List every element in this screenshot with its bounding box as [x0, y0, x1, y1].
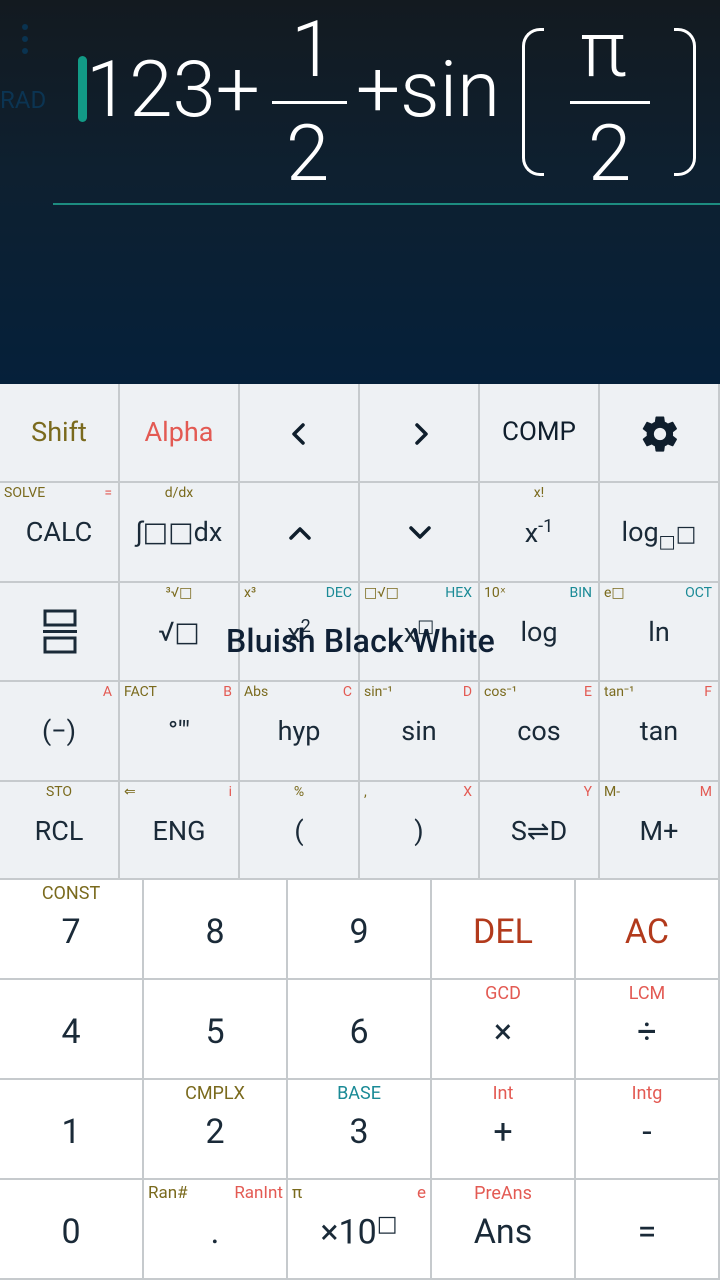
- eng-key[interactable]: ⇐ i ENG: [120, 782, 240, 880]
- open-paren-key[interactable]: %(: [240, 782, 360, 880]
- multiply-key[interactable]: GCD ×: [432, 980, 576, 1080]
- key-3[interactable]: BASE 3: [288, 1080, 432, 1180]
- equals-key[interactable]: =: [576, 1180, 720, 1280]
- sqrt-key[interactable]: ³√□ √□: [120, 583, 240, 682]
- more-menu-icon[interactable]: [18, 24, 32, 64]
- exponent-key[interactable]: π e ×10□: [288, 1180, 432, 1280]
- calculator-app: RAD 123+ 1 2 +sin π 2 Bluish Black White…: [0, 0, 720, 1280]
- cursor-left-key[interactable]: [240, 384, 360, 483]
- all-clear-key[interactable]: AC: [576, 880, 720, 980]
- m-plus-key[interactable]: M- M M+: [600, 782, 720, 880]
- chevron-right-icon: [415, 423, 428, 445]
- right-bracket: [674, 28, 696, 176]
- expr-part-1: 123+: [86, 45, 260, 136]
- rcl-key[interactable]: STO RCL: [0, 782, 120, 880]
- fraction-1-numerator: 1: [291, 5, 335, 96]
- chevron-up-icon: [289, 527, 311, 540]
- ln-key[interactable]: e□ OCT ln: [600, 583, 720, 682]
- hyp-key[interactable]: Abs Chyp: [240, 682, 360, 782]
- fraction-2-denominator: 2: [588, 109, 632, 200]
- negative-key[interactable]: A (−): [0, 682, 120, 782]
- delete-key[interactable]: DEL: [432, 880, 576, 980]
- left-bracket: [522, 28, 544, 176]
- integral-key[interactable]: d/dx ∫□□dx: [120, 483, 240, 583]
- fraction-1-bar: [272, 101, 347, 104]
- key-8[interactable]: 8: [144, 880, 288, 980]
- decimal-key[interactable]: Ran# RanInt.: [144, 1180, 288, 1280]
- display-panel[interactable]: RAD 123+ 1 2 +sin π 2: [0, 0, 720, 384]
- key-1[interactable]: 1: [0, 1080, 144, 1180]
- cursor-up-key[interactable]: [240, 483, 360, 583]
- degree-key[interactable]: FACT B °'": [120, 682, 240, 782]
- fraction-1-denominator: 2: [286, 109, 330, 200]
- input-underline: [53, 203, 720, 205]
- key-9[interactable]: 9: [288, 880, 432, 980]
- theme-toast: Bluish Black White: [226, 622, 495, 660]
- close-paren-key[interactable]: , X): [360, 782, 480, 880]
- log-key[interactable]: 10ˣ BIN log: [480, 583, 600, 682]
- calc-key[interactable]: SOLVE = CALC: [0, 483, 120, 583]
- cursor-down-key[interactable]: [360, 483, 480, 583]
- angle-mode-indicator: RAD: [0, 86, 47, 114]
- ans-key[interactable]: PreAns Ans: [432, 1180, 576, 1280]
- alpha-key[interactable]: Alpha: [120, 384, 240, 483]
- fraction-2-numerator: π: [580, 5, 627, 96]
- fraction-key[interactable]: [0, 583, 120, 682]
- key-5[interactable]: 5: [144, 980, 288, 1080]
- gear-icon: [642, 416, 677, 452]
- cos-key[interactable]: cos⁻¹ Ecos: [480, 682, 600, 782]
- key-0[interactable]: 0: [0, 1180, 144, 1280]
- log-base-key[interactable]: log□□: [600, 483, 720, 583]
- reciprocal-key[interactable]: x! x-1: [480, 483, 600, 583]
- mode-comp-key[interactable]: COMP: [480, 384, 600, 483]
- shift-key[interactable]: Shift: [0, 384, 120, 483]
- cursor-right-key[interactable]: [360, 384, 480, 483]
- minus-key[interactable]: Intg -: [576, 1080, 720, 1180]
- key-2[interactable]: CMPLX 2: [144, 1080, 288, 1180]
- number-keypad: CONST 7 8 9 DEL AC 4 5 6 GCD × LCM ÷ 1 CMPL…: [0, 880, 720, 1280]
- chevron-left-icon: [292, 423, 305, 445]
- tan-key[interactable]: tan⁻¹ Ftan: [600, 682, 720, 782]
- fraction-2-bar: [570, 101, 650, 104]
- fraction-icon: [43, 609, 77, 654]
- plus-key[interactable]: Int +: [432, 1080, 576, 1180]
- expr-part-2: +sin: [356, 45, 501, 136]
- chevron-down-icon: [409, 526, 431, 539]
- divide-key[interactable]: LCM ÷: [576, 980, 720, 1080]
- s-to-d-key[interactable]: Y S⇌D: [480, 782, 600, 880]
- key-4[interactable]: 4: [0, 980, 144, 1080]
- settings-key[interactable]: [600, 384, 720, 483]
- sin-key[interactable]: sin⁻¹ Dsin: [360, 682, 480, 782]
- key-7[interactable]: CONST 7: [0, 880, 144, 980]
- expression[interactable]: 123+ 1 2 +sin π 2: [86, 12, 720, 200]
- key-6[interactable]: 6: [288, 980, 432, 1080]
